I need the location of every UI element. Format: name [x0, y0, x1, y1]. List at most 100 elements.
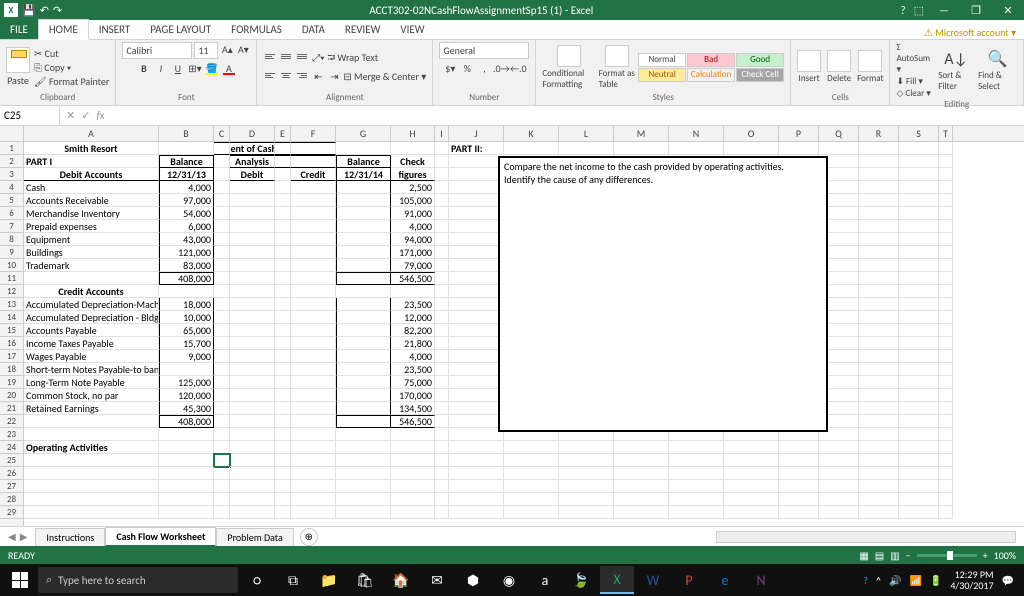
row-header-2[interactable]: 2: [0, 155, 23, 168]
cell[interactable]: [449, 480, 504, 493]
cell[interactable]: [275, 246, 291, 259]
cell[interactable]: [435, 298, 449, 311]
cell[interactable]: 6,000: [159, 220, 214, 233]
cell[interactable]: Accumulated Depreciation - Bldg: [24, 311, 159, 324]
cell[interactable]: [939, 441, 953, 454]
cell[interactable]: [336, 441, 391, 454]
row-header-4[interactable]: 4: [0, 181, 23, 194]
tab-file[interactable]: FILE: [0, 20, 38, 39]
cell[interactable]: [230, 402, 275, 415]
cell[interactable]: Equipment: [24, 233, 159, 246]
cell[interactable]: [275, 350, 291, 363]
autosum-button[interactable]: Σ AutoSum ▾: [896, 42, 934, 75]
cell[interactable]: [230, 441, 275, 454]
cell[interactable]: [939, 467, 953, 480]
font-name-select[interactable]: Calibri: [122, 42, 192, 59]
cell[interactable]: [449, 467, 504, 480]
cell[interactable]: 43,000: [159, 233, 214, 246]
cell[interactable]: [939, 389, 953, 402]
cell[interactable]: [859, 311, 899, 324]
cell[interactable]: [24, 428, 159, 441]
home-icon[interactable]: 🏠: [384, 566, 418, 594]
cell[interactable]: [449, 493, 504, 506]
row-header-21[interactable]: 21: [0, 402, 23, 415]
cell[interactable]: [899, 467, 939, 480]
cell[interactable]: Statement of Cash Flows: [230, 142, 275, 155]
cell[interactable]: [336, 311, 391, 324]
cell[interactable]: figures: [391, 168, 435, 181]
cell[interactable]: [214, 311, 230, 324]
cell[interactable]: [275, 181, 291, 194]
cell[interactable]: [899, 272, 939, 285]
cell[interactable]: [275, 376, 291, 389]
cell[interactable]: [391, 441, 435, 454]
cell[interactable]: [724, 506, 779, 519]
fill-button[interactable]: ⬇ Fill ▾: [896, 76, 934, 87]
cell[interactable]: 2,500: [391, 181, 435, 194]
cell[interactable]: [214, 324, 230, 337]
cell[interactable]: [230, 389, 275, 402]
cell[interactable]: [214, 285, 230, 298]
cell[interactable]: [291, 272, 336, 285]
cell[interactable]: [435, 389, 449, 402]
cell[interactable]: [275, 233, 291, 246]
cell[interactable]: [391, 480, 435, 493]
cell[interactable]: [435, 181, 449, 194]
cell[interactable]: Wages Payable: [24, 350, 159, 363]
cell[interactable]: [779, 454, 819, 467]
cell[interactable]: [559, 142, 614, 155]
cell[interactable]: [449, 324, 504, 337]
cell[interactable]: [291, 493, 336, 506]
cell[interactable]: [275, 298, 291, 311]
cell[interactable]: [859, 181, 899, 194]
cell[interactable]: [939, 168, 953, 181]
cell[interactable]: [449, 350, 504, 363]
cell[interactable]: [939, 337, 953, 350]
cell[interactable]: [449, 389, 504, 402]
notifications-icon[interactable]: 💬: [1002, 574, 1014, 587]
cell[interactable]: [230, 181, 275, 194]
cell[interactable]: [336, 207, 391, 220]
taskbar-search[interactable]: ⌕Type here to search: [38, 567, 238, 593]
cell[interactable]: [336, 428, 391, 441]
cell[interactable]: [336, 259, 391, 272]
leaf-icon[interactable]: 🍃: [564, 566, 598, 594]
tab-page-layout[interactable]: PAGE LAYOUT: [140, 20, 221, 39]
cell[interactable]: 97,000: [159, 194, 214, 207]
cell[interactable]: [614, 454, 669, 467]
cell[interactable]: 4,000: [391, 350, 435, 363]
cell[interactable]: [336, 220, 391, 233]
cell[interactable]: [159, 480, 214, 493]
cell[interactable]: [899, 350, 939, 363]
cell[interactable]: [819, 467, 859, 480]
cell[interactable]: [275, 207, 291, 220]
cell[interactable]: 121,000: [159, 246, 214, 259]
spreadsheet-grid[interactable]: ABCDEFGHIJKLMNOPQRST 1234567891011121314…: [0, 126, 1024, 526]
cell[interactable]: [859, 428, 899, 441]
cell[interactable]: [859, 233, 899, 246]
cell[interactable]: 105,000: [391, 194, 435, 207]
cell[interactable]: [435, 493, 449, 506]
find-select-button[interactable]: 🔍Find & Select: [978, 49, 1017, 92]
row-header-9[interactable]: 9: [0, 246, 23, 259]
cell[interactable]: [899, 454, 939, 467]
cell[interactable]: [435, 376, 449, 389]
cell[interactable]: [275, 467, 291, 480]
cell[interactable]: [669, 441, 724, 454]
cell[interactable]: [275, 337, 291, 350]
tab-formulas[interactable]: FORMULAS: [221, 20, 292, 39]
increase-decimal-icon[interactable]: .0→: [494, 61, 508, 75]
cell[interactable]: [559, 454, 614, 467]
cell[interactable]: Buildings: [24, 246, 159, 259]
cell[interactable]: [435, 246, 449, 259]
cell[interactable]: [291, 441, 336, 454]
row-header-19[interactable]: 19: [0, 376, 23, 389]
cell[interactable]: [291, 454, 336, 467]
align-left-icon[interactable]: [263, 70, 277, 82]
borders-button[interactable]: ⊞▾: [188, 61, 202, 75]
cell[interactable]: 94,000: [391, 233, 435, 246]
cell[interactable]: [24, 506, 159, 519]
cell[interactable]: [939, 415, 953, 428]
name-box[interactable]: C25: [0, 106, 60, 125]
cell[interactable]: [291, 233, 336, 246]
